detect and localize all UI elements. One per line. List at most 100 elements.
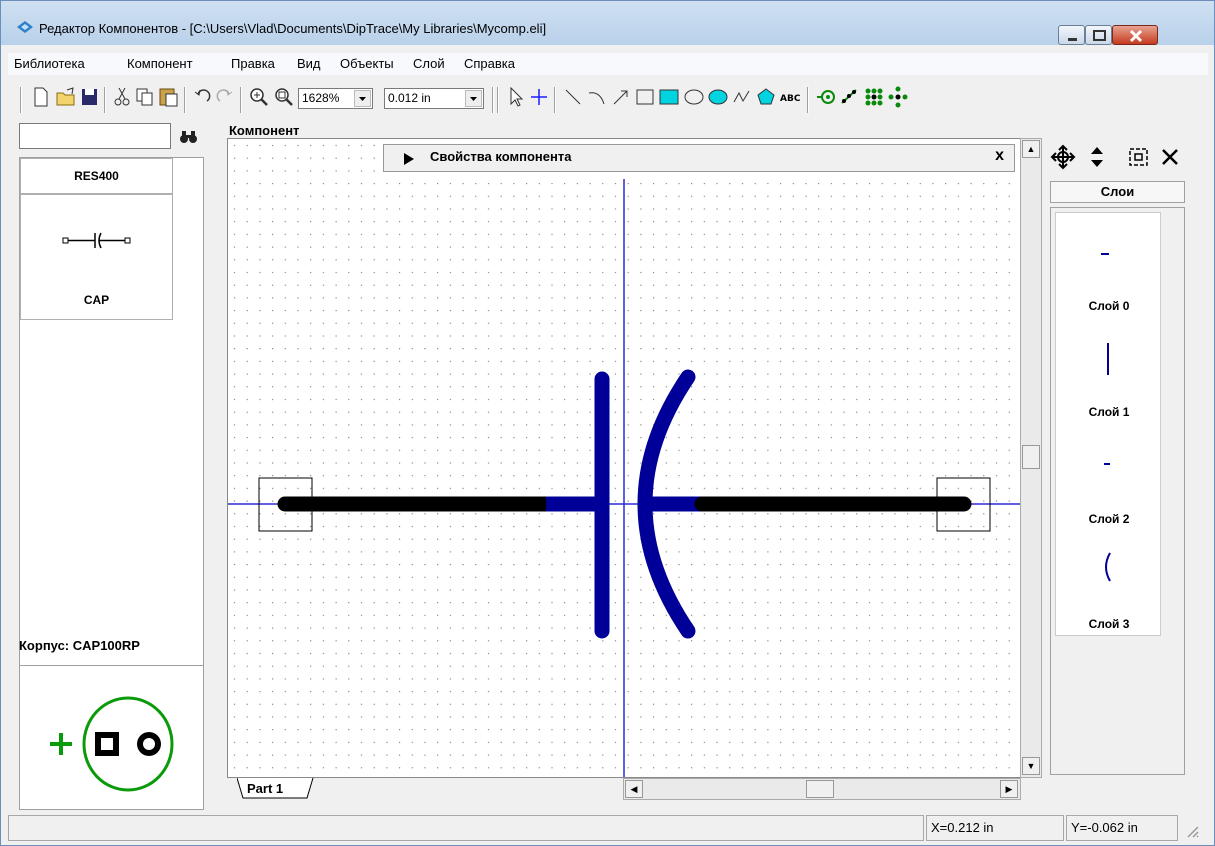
menu-component[interactable]: Компонент: [127, 56, 193, 71]
filled-ellipse-tool-icon[interactable]: [707, 85, 729, 109]
pointer-icon[interactable]: [506, 85, 526, 109]
layer-3-preview: [1105, 552, 1111, 582]
pin-tool-icon[interactable]: [815, 85, 837, 109]
layers-header: Слои: [1050, 181, 1185, 203]
undo-icon[interactable]: [192, 85, 212, 109]
toolbar-separator: [807, 87, 809, 113]
chevron-down-icon[interactable]: [354, 90, 371, 107]
menu-layer[interactable]: Слой: [413, 56, 445, 71]
component-list-panel: RES400 CAP Корпус: CAP100RP: [19, 121, 209, 811]
search-input[interactable]: [19, 123, 171, 149]
add-pins-icon[interactable]: [839, 85, 861, 109]
move-icon[interactable]: [1050, 144, 1076, 170]
menu-help[interactable]: Справка: [464, 56, 515, 71]
scroll-down-button[interactable]: ▼: [1022, 757, 1040, 775]
resize-grip-icon[interactable]: [1184, 823, 1200, 839]
vertical-scrollbar[interactable]: ▲ ▼: [1020, 138, 1042, 778]
toolbar: 1628% 0.012 in ABC: [8, 77, 1138, 117]
status-bar: X=0.212 in Y=-0.062 in: [8, 813, 1208, 843]
pin-manager-icon[interactable]: [887, 85, 909, 109]
layer-group-icon[interactable]: [1127, 146, 1151, 168]
new-file-icon[interactable]: [32, 85, 50, 109]
arrow-tool-icon[interactable]: [610, 85, 632, 109]
status-message: [8, 815, 924, 841]
horizontal-scrollbar[interactable]: ◀ ▶: [623, 778, 1021, 800]
zoom-value: 1628%: [302, 91, 340, 105]
list-item-cap[interactable]: CAP: [20, 194, 173, 320]
layer-2-label[interactable]: Слой 2: [1056, 512, 1162, 526]
save-icon[interactable]: [80, 85, 100, 109]
line-tool-icon[interactable]: [562, 85, 584, 109]
app-icon: [17, 21, 33, 33]
grid-size-value: 0.012 in: [388, 91, 431, 105]
capacitor-thumbnail: [62, 232, 131, 249]
open-folder-icon[interactable]: [55, 85, 77, 109]
scroll-up-button[interactable]: ▲: [1022, 140, 1040, 158]
cut-icon[interactable]: [112, 85, 132, 109]
main-window: Редактор Компонентов - [C:\Users\Vlad\Do…: [0, 0, 1215, 846]
minimize-button[interactable]: [1058, 25, 1085, 45]
svg-text:ABC: ABC: [780, 94, 801, 104]
properties-title: Свойства компонента: [430, 149, 572, 164]
expand-arrow-icon[interactable]: [404, 153, 416, 165]
menu-bar: Библиотека Компонент Правка Вид Объекты …: [8, 53, 1208, 75]
properties-panel-header[interactable]: Свойства компонента x: [383, 144, 1015, 172]
arc-tool-icon[interactable]: [586, 85, 608, 109]
horizontal-scroll-thumb[interactable]: [806, 780, 834, 798]
status-y-coordinate: Y=-0.062 in: [1066, 815, 1178, 841]
schematic-area[interactable]: [228, 139, 1021, 778]
toolbar-separator: [184, 87, 186, 113]
tab-part-1[interactable]: Part 1: [237, 778, 315, 800]
filled-rectangle-tool-icon[interactable]: [658, 85, 680, 109]
title-bar: Редактор Компонентов - [C:\Users\Vlad\Do…: [1, 1, 1214, 45]
toolbar-separator: [497, 87, 499, 113]
component-name-label: CAP: [83, 293, 110, 307]
layer-0-label[interactable]: Слой 0: [1056, 299, 1162, 313]
maximize-button[interactable]: [1085, 25, 1112, 45]
menu-edit[interactable]: Правка: [231, 56, 275, 71]
vertical-scroll-thumb[interactable]: [1022, 445, 1040, 469]
layer-1-preview: [1107, 343, 1109, 375]
pin-array-icon[interactable]: [863, 85, 885, 109]
text-tool-icon[interactable]: ABC: [779, 85, 803, 109]
status-x-coordinate: X=0.212 in: [926, 815, 1064, 841]
menu-library[interactable]: Библиотека: [14, 56, 85, 71]
crosshair-icon[interactable]: [529, 85, 549, 109]
redo-icon[interactable]: [215, 85, 235, 109]
grid-size-select[interactable]: 0.012 in: [384, 88, 484, 109]
polygon-tool-icon[interactable]: [755, 85, 777, 109]
delete-layer-icon[interactable]: [1159, 146, 1181, 168]
layer-0-preview: [1101, 253, 1109, 255]
toolbar-separator: [20, 87, 22, 113]
copy-icon[interactable]: [135, 85, 155, 109]
close-button[interactable]: [1112, 25, 1158, 45]
window-title: Редактор Компонентов - [C:\Users\Vlad\Do…: [39, 21, 547, 36]
menu-objects[interactable]: Объекты: [340, 56, 394, 71]
close-icon[interactable]: x: [995, 147, 1004, 165]
ellipse-tool-icon[interactable]: [683, 85, 705, 109]
list-item-res400[interactable]: RES400: [20, 158, 173, 194]
layer-1-label[interactable]: Слой 1: [1056, 405, 1162, 419]
paste-icon[interactable]: [158, 85, 180, 109]
menu-view[interactable]: Вид: [297, 56, 321, 71]
scroll-left-button[interactable]: ◀: [625, 780, 643, 798]
toolbar-separator: [240, 87, 242, 113]
toolbar-separator: [104, 87, 106, 113]
component-group-label: Компонент: [227, 123, 302, 138]
layer-3-label[interactable]: Слой 3: [1056, 617, 1162, 631]
toolbar-separator: [492, 87, 494, 113]
layers-list[interactable]: Слой 0 Слой 1 Слой 2 Слой 3: [1050, 207, 1185, 775]
zoom-in-icon[interactable]: [248, 85, 270, 109]
binoculars-icon[interactable]: [179, 129, 199, 145]
chevron-down-icon[interactable]: [465, 90, 482, 107]
drawing-canvas[interactable]: [227, 138, 1021, 778]
polyline-tool-icon[interactable]: [731, 85, 753, 109]
zoom-fit-icon[interactable]: [273, 85, 295, 109]
scroll-right-button[interactable]: ▶: [1000, 780, 1018, 798]
rectangle-tool-icon[interactable]: [634, 85, 656, 109]
package-preview: [19, 665, 204, 810]
up-down-icon[interactable]: [1087, 144, 1107, 170]
toolbar-separator: [554, 87, 556, 113]
zoom-select[interactable]: 1628%: [298, 88, 373, 109]
tab-part-1-label: Part 1: [247, 781, 284, 796]
